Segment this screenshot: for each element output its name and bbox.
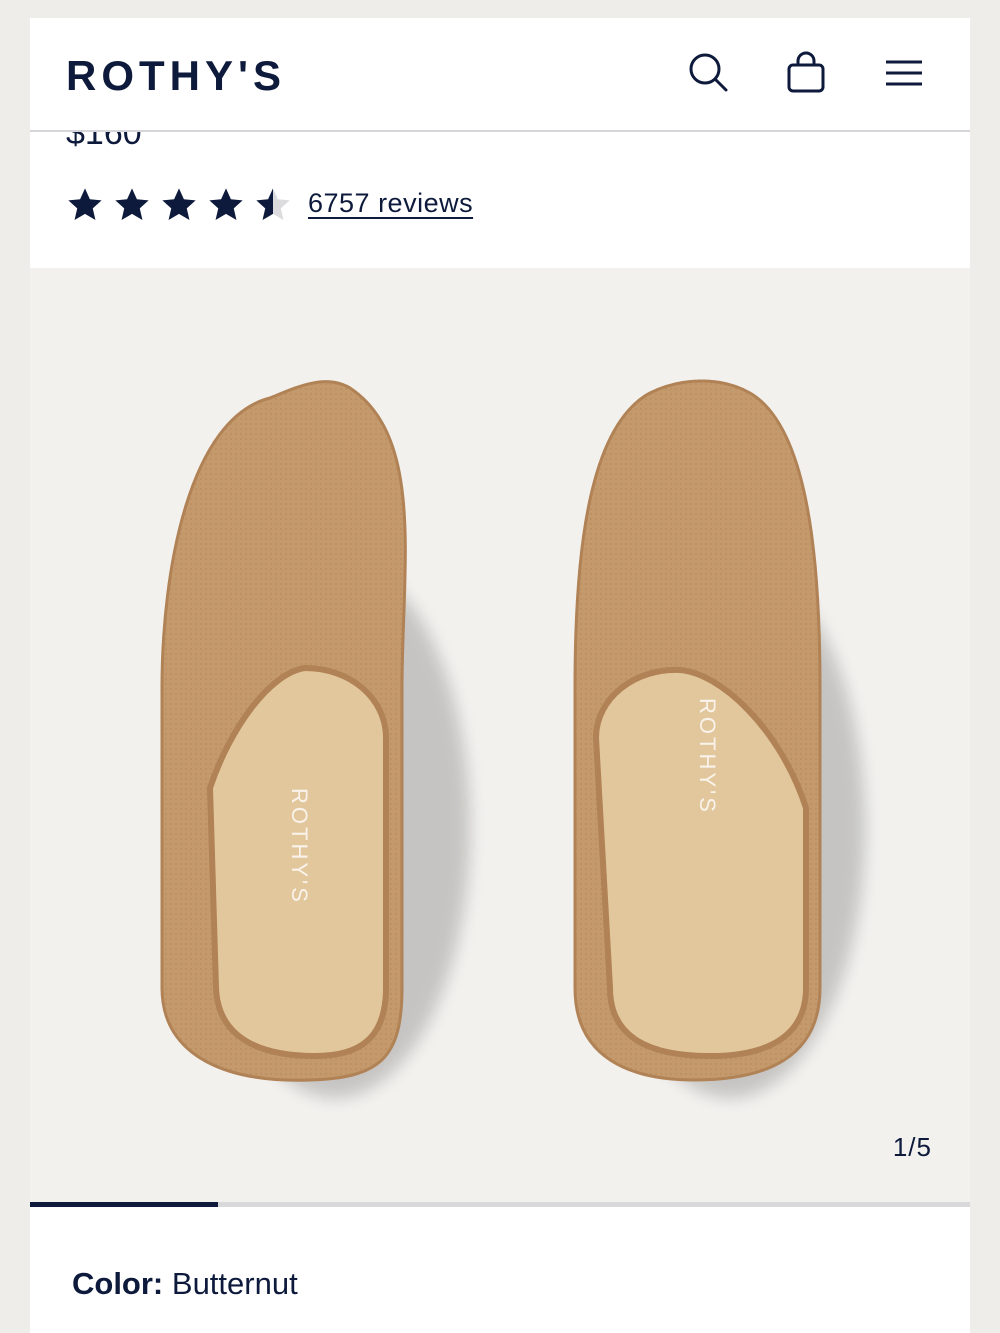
site-header: ROTHY'S [30,18,970,132]
product-image-gallery[interactable]: ROTHY'S ROTHY'S 1/5 [30,268,970,1206]
star-icon [162,188,196,221]
brand-logo[interactable]: ROTHY'S [66,52,286,100]
color-selector: Color: Butternut [72,1266,298,1302]
right-shoe: ROTHY'S [573,379,865,1098]
star-icon [209,188,243,221]
insole-logo: ROTHY'S [695,698,720,815]
product-image: ROTHY'S ROTHY'S [160,379,865,1098]
bag-icon[interactable] [784,50,828,94]
insole-logo: ROTHY'S [287,788,312,905]
star-icon [68,188,102,221]
color-label: Color: [72,1266,164,1301]
gallery-progress-fill [30,1202,218,1207]
star-rating [66,186,292,226]
reviews-link[interactable]: 6757 reviews [308,188,473,219]
gallery-progress-track [30,1202,970,1207]
color-value: Butternut [171,1266,298,1301]
menu-icon[interactable] [882,50,926,94]
product-page: ROTHY'S $160 6757 reviews ROTHY'S ROTHY'… [30,18,970,1333]
image-counter: 1/5 [892,1132,932,1162]
half-star-icon [256,188,290,221]
left-shoe: ROTHY'S [160,380,470,1098]
star-icon [115,188,149,221]
search-icon[interactable] [686,50,730,94]
